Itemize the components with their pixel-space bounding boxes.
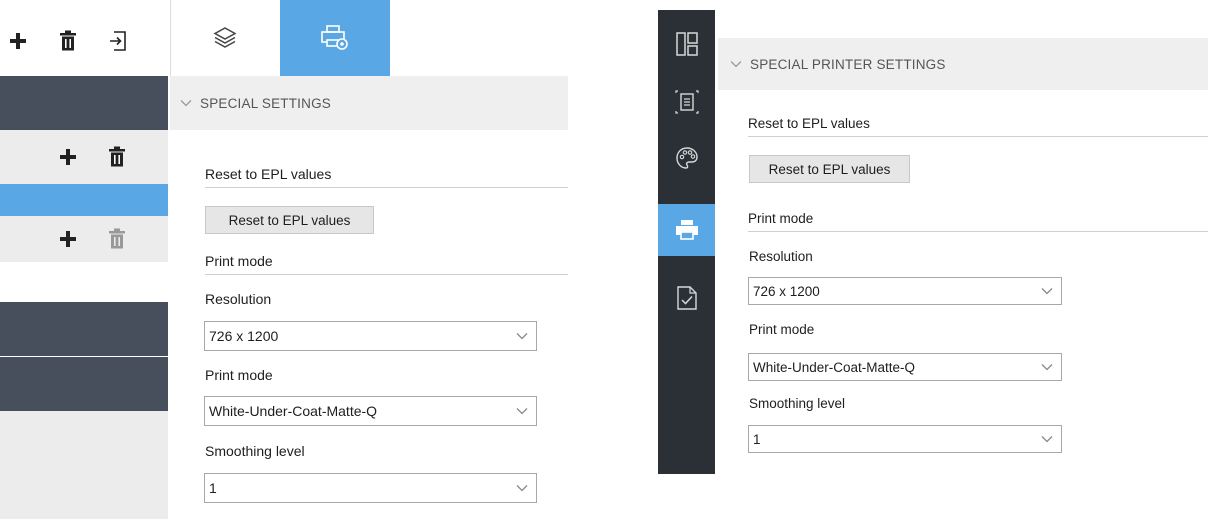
sidebar-row[interactable] xyxy=(0,216,168,262)
reset-group-label: Reset to EPL values xyxy=(205,166,568,188)
smoothing-level-label: Smoothing level xyxy=(749,396,846,411)
trash-icon[interactable] xyxy=(59,30,79,52)
nav-item-chip[interactable] xyxy=(658,76,715,128)
plus-icon[interactable] xyxy=(58,147,78,169)
sidebar-selected-row[interactable] xyxy=(0,184,168,216)
print-mode-select[interactable]: White-Under-Coat-Matte-Q xyxy=(204,396,537,426)
nav-item-printer[interactable] xyxy=(658,204,715,256)
special-printer-settings-header[interactable]: SPECIAL PRINTER SETTINGS xyxy=(718,38,1208,90)
print-mode-value: White-Under-Coat-Matte-Q xyxy=(753,359,916,375)
sidebar-row[interactable] xyxy=(0,130,168,184)
plus-icon[interactable] xyxy=(58,229,78,251)
reset-group-label: Reset to EPL values xyxy=(748,116,1208,137)
chip-icon xyxy=(674,89,700,115)
left-tab-bar xyxy=(170,0,568,76)
resolution-value: 726 x 1200 xyxy=(209,328,279,344)
nav-item-checklist[interactable] xyxy=(658,272,715,324)
reset-to-epl-button[interactable]: Reset to EPL values xyxy=(205,206,374,234)
printer-icon xyxy=(675,219,699,241)
import-icon[interactable] xyxy=(108,30,128,52)
print-mode-label: Print mode xyxy=(749,322,815,337)
trash-icon[interactable] xyxy=(108,228,128,250)
chevron-down-icon xyxy=(516,332,528,340)
special-settings-header[interactable]: SPECIAL SETTINGS xyxy=(170,76,568,130)
chevron-down-icon xyxy=(730,60,742,68)
chevron-down-icon xyxy=(516,484,528,492)
print-mode-value: White-Under-Coat-Matte-Q xyxy=(209,403,378,419)
section-title: SPECIAL PRINTER SETTINGS xyxy=(750,56,946,72)
smoothing-level-value: 1 xyxy=(753,431,761,447)
smoothing-level-value: 1 xyxy=(209,480,217,496)
chevron-down-icon xyxy=(516,407,528,415)
resolution-select[interactable]: 726 x 1200 xyxy=(204,321,537,351)
tab-layers[interactable] xyxy=(170,0,280,76)
nav-item-palette[interactable] xyxy=(658,132,715,184)
sidebar-dark-row[interactable] xyxy=(0,302,168,356)
layers-icon xyxy=(213,26,237,50)
layout-icon xyxy=(675,32,698,56)
smoothing-level-label: Smoothing level xyxy=(205,443,305,459)
print-mode-label: Print mode xyxy=(205,367,273,383)
chevron-down-icon xyxy=(180,99,192,107)
sidebar-dark-row[interactable] xyxy=(0,357,168,411)
print-mode-select[interactable]: White-Under-Coat-Matte-Q xyxy=(748,353,1062,381)
printer-settings-icon xyxy=(321,25,349,51)
sidebar-dark-row[interactable] xyxy=(0,76,168,130)
left-sidebar xyxy=(0,0,168,519)
sidebar-spacer xyxy=(0,262,168,302)
print-mode-group-label: Print mode xyxy=(748,211,1208,232)
print-mode-group-label: Print mode xyxy=(205,253,568,275)
sidebar-empty-area xyxy=(0,411,168,519)
tab-printer-settings[interactable] xyxy=(280,0,390,76)
reset-to-epl-button[interactable]: Reset to EPL values xyxy=(749,155,910,183)
chevron-down-icon xyxy=(1041,287,1053,295)
resolution-value: 726 x 1200 xyxy=(753,283,820,299)
resolution-label: Resolution xyxy=(749,249,813,264)
chevron-down-icon xyxy=(1041,435,1053,443)
nav-item-layout[interactable] xyxy=(658,18,715,70)
smoothing-level-select[interactable]: 1 xyxy=(204,473,537,503)
smoothing-level-select[interactable]: 1 xyxy=(748,425,1062,453)
palette-icon xyxy=(675,146,699,170)
section-title: SPECIAL SETTINGS xyxy=(200,95,331,111)
checklist-icon xyxy=(676,286,697,310)
trash-icon[interactable] xyxy=(108,146,128,168)
resolution-label: Resolution xyxy=(205,291,272,307)
resolution-select[interactable]: 726 x 1200 xyxy=(748,277,1062,305)
chevron-down-icon xyxy=(1041,363,1053,371)
right-nav-sidebar xyxy=(658,10,715,474)
plus-icon[interactable] xyxy=(8,31,28,53)
